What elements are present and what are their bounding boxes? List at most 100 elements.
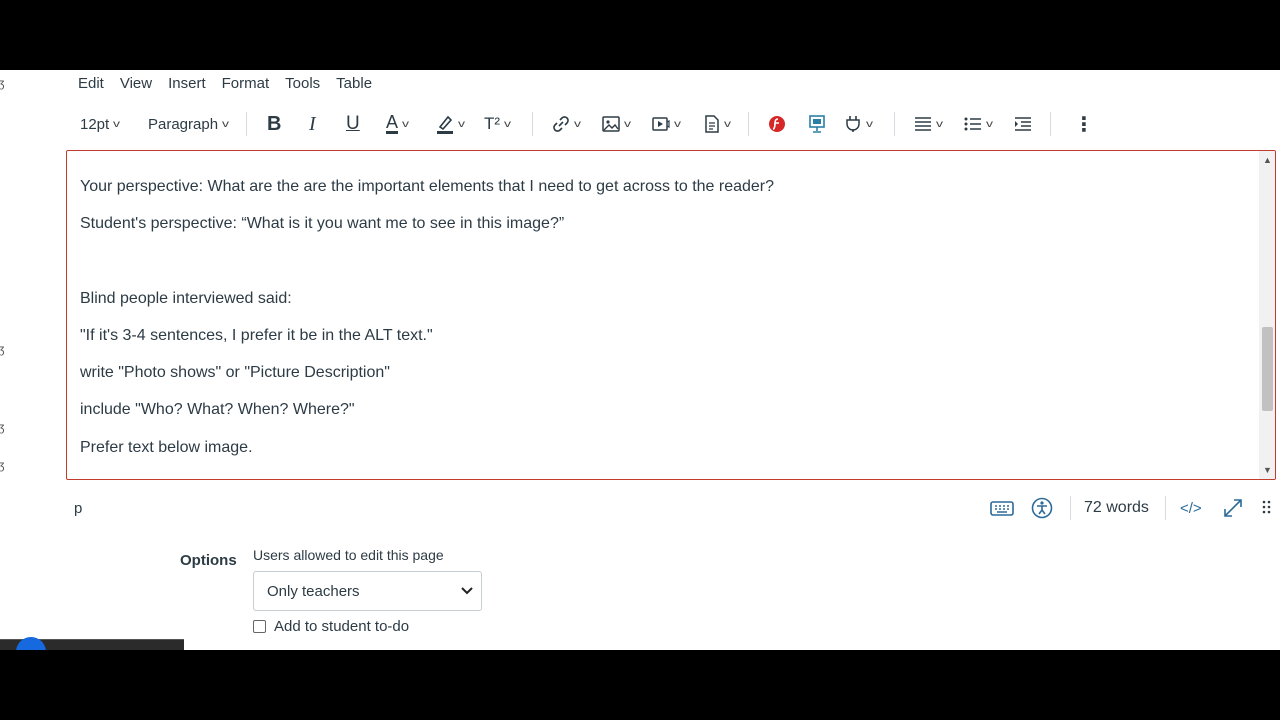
scroll-down-arrow-icon[interactable]: ▼ (1263, 465, 1272, 475)
chevron-down-icon: v (674, 118, 681, 130)
html-editor-toggle[interactable]: </> (1180, 496, 1202, 520)
chevron-down-icon: v (866, 118, 873, 130)
toolbar-separator (1050, 112, 1051, 136)
editor-menubar: Edit View Insert Format Tools Table (78, 76, 388, 96)
menu-insert[interactable]: Insert (168, 76, 206, 96)
text-color-icon: A (386, 112, 399, 134)
align-left-icon (915, 117, 931, 131)
rich-content-editor[interactable]: Your perspective: What are the are the i… (66, 150, 1276, 480)
chevron-down-icon: v (936, 118, 943, 130)
red-app-icon (769, 116, 785, 132)
chevron-down-icon: v (113, 118, 121, 130)
left-edge-mark: ʒ (0, 342, 5, 356)
drag-handle-icon (1262, 500, 1271, 514)
left-edge-mark: ʒ (0, 458, 5, 472)
teal-app-icon (809, 115, 825, 133)
chevron-down-icon: v (624, 118, 631, 130)
chevron-down-icon: v (986, 118, 993, 130)
expand-icon (1224, 499, 1242, 517)
link-button[interactable]: v (552, 110, 581, 138)
editor-scrollbar[interactable]: ▲ ▼ (1259, 151, 1275, 479)
bullet-list-button[interactable]: v (964, 110, 993, 138)
document-icon (705, 115, 719, 133)
menu-view[interactable]: View (120, 76, 152, 96)
editor-paragraph[interactable]: write "Photo shows" or "Picture Descript… (80, 363, 390, 383)
block-format-dropdown[interactable]: Paragraph v (148, 110, 230, 138)
keyboard-shortcuts-button[interactable] (990, 496, 1014, 520)
edit-permission-select[interactable]: Only teachers (253, 571, 482, 611)
editor-paragraph[interactable]: Prefer text below image. (80, 438, 253, 458)
italic-icon: I (309, 112, 316, 135)
element-path[interactable]: p (74, 500, 82, 517)
align-button[interactable]: v (914, 110, 943, 138)
student-todo-option[interactable]: Add to student to-do (253, 618, 409, 635)
media-button[interactable]: v (652, 110, 681, 138)
indent-button[interactable] (1014, 110, 1032, 138)
keyboard-icon (990, 501, 1014, 516)
apps-media-button[interactable] (808, 110, 826, 138)
word-count-button[interactable]: 72 words (1084, 496, 1149, 520)
left-edge-mark: ʒ (0, 420, 5, 434)
student-todo-label: Add to student to-do (274, 618, 410, 635)
chevron-down-icon: v (222, 118, 230, 130)
editor-paragraph[interactable]: Your perspective: What are the are the i… (80, 177, 774, 197)
italic-button[interactable]: I (309, 110, 316, 138)
underline-button[interactable]: U (346, 110, 360, 138)
superscript-button[interactable]: T² v (484, 110, 512, 138)
toolbar-separator (246, 112, 247, 136)
canvas-page-editor: ʒ ʒ ʒ ʒ Edit View Insert Format Tools Ta… (0, 70, 1280, 650)
more-options-button[interactable]: ⋮ (1074, 110, 1094, 138)
edit-permission-label: Users allowed to edit this page (253, 547, 444, 563)
accessibility-checker-button[interactable] (1031, 496, 1053, 520)
highlight-color-button[interactable]: v (436, 110, 465, 138)
menu-format[interactable]: Format (222, 76, 270, 96)
bold-icon: B (267, 112, 282, 135)
chevron-down-icon: v (402, 118, 410, 130)
chevron-down-icon: v (458, 118, 465, 130)
document-button[interactable]: v (704, 110, 731, 138)
apps-doc-button[interactable] (768, 110, 786, 138)
bold-button[interactable]: B (267, 110, 281, 138)
fullscreen-button[interactable] (1222, 496, 1244, 520)
editor-paragraph[interactable]: "If it's 3-4 sentences, I prefer it be i… (80, 326, 433, 346)
chevron-down-icon: v (724, 118, 731, 130)
chevron-down-icon (461, 587, 473, 595)
menu-table[interactable]: Table (336, 76, 372, 96)
scroll-thumb[interactable] (1262, 327, 1273, 411)
editor-toolbar: 12pt v Paragraph v B I U A v v T² v v v … (72, 110, 1112, 138)
resize-handle[interactable] (1262, 496, 1272, 520)
editor-statusbar: p 72 words </> (66, 490, 1276, 526)
underline-icon: U (346, 113, 360, 134)
link-icon (553, 116, 569, 132)
scroll-up-arrow-icon[interactable]: ▲ (1263, 155, 1272, 165)
options-label: Options (180, 552, 237, 569)
left-edge-mark: ʒ (0, 76, 5, 90)
image-button[interactable]: v (602, 110, 631, 138)
statusbar-separator (1165, 496, 1166, 520)
apps-plugin-button[interactable]: v (844, 110, 873, 138)
word-count: 72 words (1084, 499, 1149, 516)
image-icon (602, 116, 620, 132)
toolbar-separator (532, 112, 533, 136)
chevron-down-icon: v (504, 118, 512, 130)
edit-permission-value: Only teachers (267, 583, 360, 600)
chevron-down-icon: v (574, 118, 581, 130)
more-vertical-icon: ⋮ (1074, 113, 1094, 136)
text-color-button[interactable]: A v (386, 110, 410, 138)
menu-tools[interactable]: Tools (285, 76, 320, 96)
font-size-value: 12pt (80, 115, 110, 133)
editor-paragraph[interactable]: include "Who? What? When? Where?" (80, 400, 355, 420)
toolbar-separator (748, 112, 749, 136)
accessibility-icon (1031, 497, 1053, 519)
code-icon: </> (1180, 499, 1202, 517)
editor-paragraph[interactable]: Blind people interviewed said: (80, 289, 292, 309)
student-todo-checkbox[interactable] (253, 620, 266, 633)
font-size-dropdown[interactable]: 12pt v (80, 110, 121, 138)
toolbar-separator (894, 112, 895, 136)
indent-icon (1015, 117, 1031, 131)
editor-paragraph[interactable]: Student's perspective: “What is it you w… (80, 214, 564, 234)
statusbar-separator (1070, 496, 1071, 520)
bullet-list-icon (964, 117, 981, 131)
letterbox-top (0, 0, 1280, 70)
menu-edit[interactable]: Edit (78, 76, 104, 96)
